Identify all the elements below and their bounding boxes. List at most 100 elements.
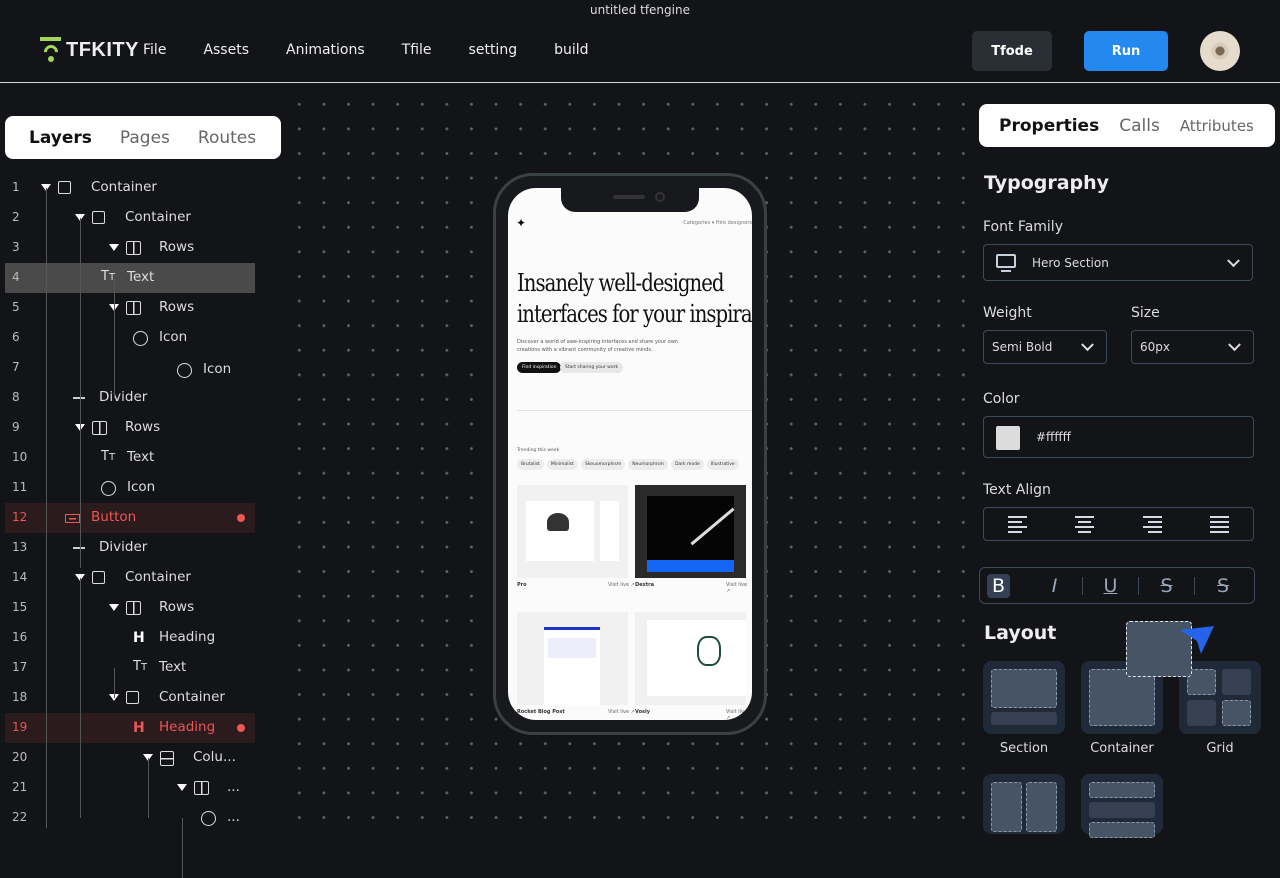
visit-live-link[interactable]: Visit live ↗	[608, 709, 635, 715]
align-justify-icon[interactable]	[1209, 515, 1229, 533]
layout-columns-tile[interactable]	[983, 774, 1065, 834]
circle-icon	[133, 331, 148, 346]
star-logo-icon: ✦	[516, 216, 527, 230]
line-number: 5	[12, 300, 20, 314]
font-family-label: Font Family	[983, 219, 1063, 235]
layer-label: Icon	[203, 361, 232, 377]
align-left-icon[interactable]	[1008, 515, 1028, 533]
layer-row[interactable]: 6 Icon	[0, 323, 260, 353]
layer-row[interactable]: 10 TT Text	[0, 443, 260, 473]
layer-row[interactable]: 18 Container	[0, 683, 260, 713]
layer-row[interactable]: 8 Divider	[0, 383, 260, 413]
layer-row[interactable]: 5 Rows	[0, 293, 260, 323]
line-number: 11	[12, 480, 28, 494]
layer-row[interactable]: 22...	[0, 803, 260, 833]
menu-setting[interactable]: setting	[469, 42, 518, 58]
find-inspiration-button[interactable]: Find inspiration	[517, 362, 562, 373]
start-sharing-button[interactable]: Start sharing your work	[560, 362, 624, 373]
expand-arrow-icon[interactable]	[177, 784, 187, 791]
card-thumbnail-rocket[interactable]	[517, 612, 628, 705]
strikethrough-alt-button[interactable]: S	[1195, 576, 1251, 595]
color-field[interactable]: #ffffff	[983, 416, 1254, 458]
menu-file[interactable]: File	[143, 42, 166, 58]
menu-build[interactable]: build	[554, 42, 588, 58]
chip[interactable]: Brutalist	[517, 459, 544, 470]
layer-label: Container	[125, 209, 191, 225]
italic-button[interactable]: I	[1027, 576, 1083, 595]
chip[interactable]: Dark mode	[670, 459, 704, 470]
layer-row[interactable]: 20 Colu...	[0, 743, 260, 773]
font-family-select[interactable]: Hero Section	[983, 244, 1253, 281]
layer-row[interactable]: 1 Container	[0, 173, 260, 203]
chip[interactable]: Minimalist	[546, 459, 578, 470]
expand-arrow-icon[interactable]	[109, 244, 119, 251]
line-number: 16	[12, 630, 28, 644]
layer-row[interactable]: 9 Rows	[0, 413, 260, 443]
align-center-icon[interactable]	[1075, 515, 1095, 533]
line-number: 8	[12, 390, 20, 404]
visit-live-link[interactable]: Visit live ↗	[726, 709, 752, 720]
tab-properties[interactable]: Properties	[999, 116, 1099, 136]
layer-row[interactable]: 12 Button	[5, 503, 255, 533]
layer-row[interactable]: 14 Container	[0, 563, 260, 593]
card-thumbnail-vosly[interactable]	[635, 612, 746, 705]
card-thumbnail-dextra[interactable]	[635, 485, 746, 578]
tab-pages[interactable]: Pages	[120, 128, 170, 148]
trending-chips: Brutalist Minimalist Skeuomorphism Neumo…	[517, 459, 739, 470]
preview-nav-links[interactable]: Categories ▾ Hire designers	[683, 220, 752, 226]
menu-assets[interactable]: Assets	[203, 42, 249, 58]
tab-attributes[interactable]: Attributes	[1180, 117, 1254, 135]
layer-row[interactable]: 19 H Heading	[5, 713, 255, 743]
layout-section-tile[interactable]	[983, 661, 1065, 734]
phone-preview[interactable]: ✦ Categories ▾ Hire designers Insanely w…	[493, 173, 767, 735]
layer-row[interactable]: 2 Container	[0, 203, 260, 233]
layer-row[interactable]: 15 Rows	[0, 593, 260, 623]
layout-section-label: Section	[999, 741, 1049, 756]
menu-animations[interactable]: Animations	[286, 42, 365, 58]
layer-row[interactable]: 4 TT Text	[5, 263, 255, 293]
logo[interactable]: TFKITY	[40, 37, 139, 63]
menu-tfile[interactable]: Tfile	[402, 42, 432, 58]
layer-tree: 1 Container 2 Container 3 Rows 4 TT Text 5 Rows 6 Ic…	[0, 173, 260, 878]
tree-guide-line	[182, 818, 183, 878]
text-align-label: Text Align	[983, 482, 1051, 498]
layer-row[interactable]: 13 Divider	[0, 533, 260, 563]
layer-row[interactable]: 17 TT Text	[0, 653, 260, 683]
layer-row[interactable]: 3 Rows	[0, 233, 260, 263]
visit-live-link[interactable]: Visit live ↗	[726, 582, 752, 594]
layer-row[interactable]: 7 Icon	[0, 353, 260, 383]
layer-label: Container	[91, 179, 157, 195]
underline-button[interactable]: U	[1083, 576, 1139, 595]
align-right-icon[interactable]	[1142, 515, 1162, 533]
layer-row[interactable]: 11 Icon	[0, 473, 260, 503]
tab-routes[interactable]: Routes	[198, 128, 256, 148]
color-swatch[interactable]	[996, 426, 1020, 450]
line-number: 4	[12, 270, 20, 284]
layer-label: Rows	[159, 599, 195, 615]
right-panel-tabs: Properties Calls Attributes	[979, 104, 1275, 147]
tab-layers[interactable]: Layers	[29, 128, 92, 148]
expand-arrow-icon[interactable]	[109, 604, 119, 611]
chip[interactable]: Illustrative	[706, 459, 739, 470]
size-select[interactable]: 60px	[1131, 330, 1254, 364]
card-thumbnail-pro[interactable]	[517, 485, 628, 578]
chip[interactable]: Skeuomorphism	[580, 459, 626, 470]
chip[interactable]: Neumorphism	[628, 459, 668, 470]
tab-calls[interactable]: Calls	[1119, 116, 1160, 136]
layer-label: Divider	[99, 539, 148, 555]
run-button[interactable]: Run	[1084, 31, 1168, 71]
weight-select[interactable]: Semi Bold	[983, 330, 1107, 364]
layer-row[interactable]: 16 H Heading	[0, 623, 260, 653]
avatar[interactable]	[1200, 31, 1240, 71]
layer-label: ...	[227, 779, 240, 795]
headline-line-2: interfaces for your inspirati	[517, 300, 752, 328]
text-icon: TT	[101, 269, 116, 284]
strikethrough-button[interactable]: S	[1139, 576, 1195, 595]
visit-live-link[interactable]: Visit live ↗	[608, 582, 635, 588]
bold-button[interactable]: B	[987, 573, 1010, 598]
tfode-button[interactable]: Tfode	[972, 31, 1052, 71]
layout-rows-tile[interactable]	[1081, 774, 1163, 838]
layer-label: Divider	[99, 389, 148, 405]
layer-row[interactable]: 21...	[0, 773, 260, 803]
layer-label: Colu...	[193, 749, 236, 765]
